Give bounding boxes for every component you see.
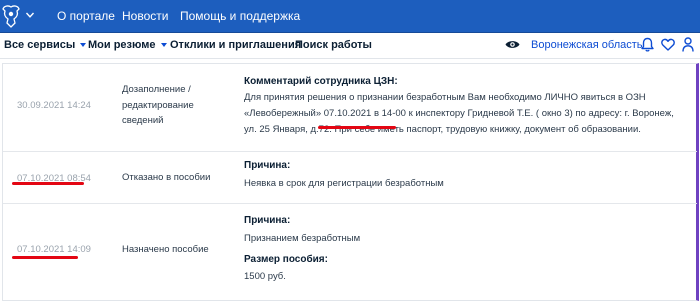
event-details: Причина: Признанием безработным Размер п… [244, 215, 684, 285]
eye-icon[interactable] [505, 39, 520, 50]
heart-icon[interactable] [661, 38, 675, 51]
caret-down-icon [160, 43, 167, 47]
caret-down-icon [80, 43, 87, 47]
bell-icon[interactable] [641, 37, 654, 52]
coat-of-arms-icon[interactable] [0, 4, 22, 30]
event-status: Дозаполнение / редактирование сведений [122, 84, 194, 126]
reason-text: Признанием безработным [244, 233, 361, 244]
event-status: Назначено пособие [122, 244, 209, 255]
user-icon[interactable] [682, 37, 694, 52]
history-row: 30.09.2021 14:24 Дозаполнение / редактир… [3, 64, 697, 152]
nav-all-services[interactable]: Все сервисы [4, 39, 87, 51]
event-date: 30.09.2021 14:24 [17, 100, 91, 111]
event-details: Причина: Неявка в срок для регистрации б… [244, 160, 684, 192]
comment-label: Комментарий сотрудника ЦЗН: [244, 76, 398, 87]
reason-text: Неявка в срок для регистрации безработны… [244, 178, 444, 189]
region-selector[interactable]: Воронежская область [531, 39, 643, 51]
history-row: 07.10.2021 08:54 Отказано в пособии Прич… [3, 152, 697, 204]
status-history-card: 30.09.2021 14:24 Дозаполнение / редактир… [2, 63, 699, 301]
annotation-underline [12, 182, 84, 185]
annotation-underline [318, 126, 396, 129]
nav-my-resumes[interactable]: Мои резюме [88, 39, 167, 51]
nav-responses[interactable]: Отклики и приглашения [170, 39, 301, 51]
top-bar: О портале Новости Помощь и поддержка [0, 0, 700, 33]
nav-job-search[interactable]: Поиск работы [295, 39, 372, 51]
event-status: Отказано в пособии [122, 172, 211, 183]
reason-label: Причина: [244, 160, 291, 171]
benefit-amount-label: Размер пособия: [244, 254, 328, 265]
annotation-underline [12, 256, 78, 259]
history-row: 07.10.2021 14:09 Назначено пособие Причи… [3, 204, 697, 301]
event-details: Комментарий сотрудника ЦЗН: Для принятия… [244, 76, 684, 138]
nav-my-resumes-label: Мои резюме [88, 39, 156, 51]
comment-text: Для принятия решения о признании безрабо… [244, 92, 674, 135]
chevron-down-icon[interactable] [25, 10, 35, 20]
reason-label: Причина: [244, 215, 291, 226]
nav-all-services-label: Все сервисы [4, 39, 76, 51]
benefit-amount-value: 1500 руб. [244, 271, 286, 282]
event-date: 07.10.2021 14:09 [17, 244, 91, 255]
nav-link-help[interactable]: Помощь и поддержка [180, 9, 300, 23]
nav-link-news[interactable]: Новости [122, 9, 168, 23]
nav-link-about[interactable]: О портале [57, 9, 115, 23]
